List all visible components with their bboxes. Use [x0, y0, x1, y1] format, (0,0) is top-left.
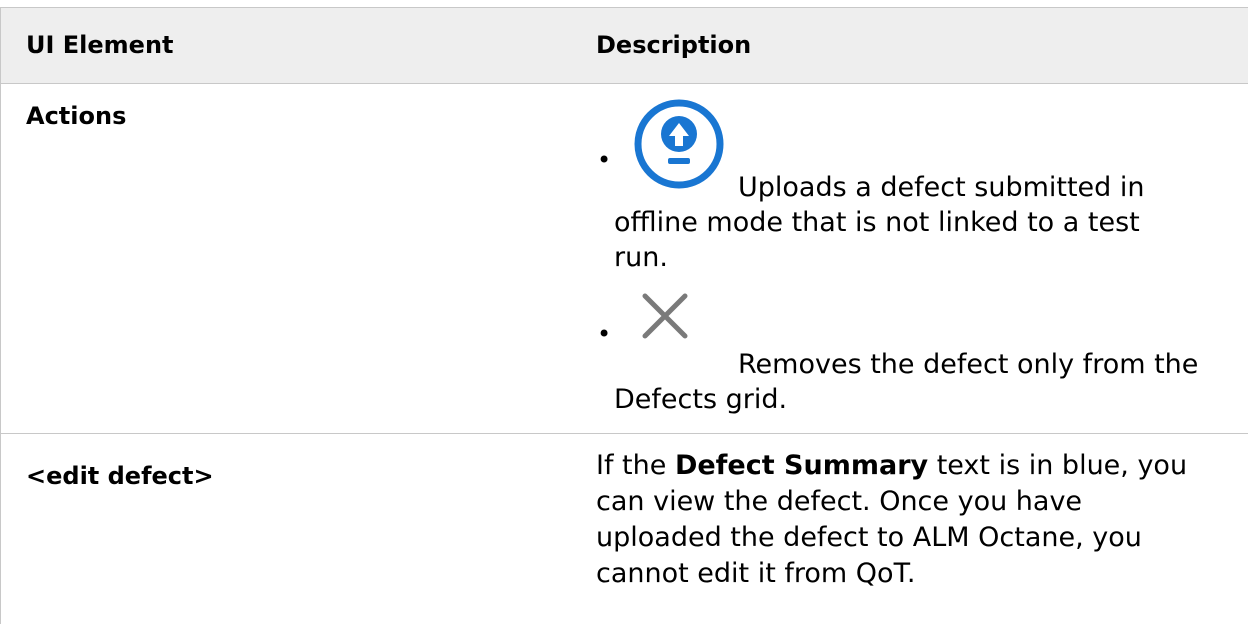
row-actions-label: Actions [26, 102, 127, 130]
edit-desc-line4: cannot edit it from QoT. [596, 558, 916, 589]
remove-desc-line1: Removes the defect only from the [738, 349, 1199, 380]
upload-icon [634, 99, 724, 189]
table-header-row: UI Element Description [1, 8, 1248, 84]
remove-desc-line2: Defects grid. [614, 384, 788, 415]
upload-desc-line2: offline mode that is not linked to a tes… [614, 207, 1140, 238]
edit-desc-prefix: If the [596, 450, 675, 481]
close-icon [642, 293, 688, 339]
row-edit-description: If the Defect Summary text is in blue, y… [596, 448, 1246, 592]
bullet: • [597, 320, 612, 348]
edit-desc-line3: uploaded the defect to ALM Octane, you [596, 522, 1142, 553]
upload-desc-line1: Uploads a defect submitted in [738, 172, 1145, 203]
row-edit-label: <edit defect> [26, 462, 214, 490]
table-row: Actions • Uploads a defect submitted in … [1, 84, 1248, 434]
upload-desc-line3: run. [614, 242, 668, 273]
header-ui-element: UI Element [26, 31, 174, 59]
edit-desc-line1-rest: text is in blue, you [928, 450, 1188, 481]
header-description: Description [596, 31, 752, 59]
edit-desc-bold: Defect Summary [674, 450, 929, 481]
ui-element-table: UI Element Description Actions • Uploads… [0, 7, 1248, 624]
bullet: • [597, 146, 612, 174]
edit-desc-line2: can view the defect. Once you have [596, 486, 1083, 517]
table-row: <edit defect> If the Defect Summary text… [1, 434, 1248, 624]
